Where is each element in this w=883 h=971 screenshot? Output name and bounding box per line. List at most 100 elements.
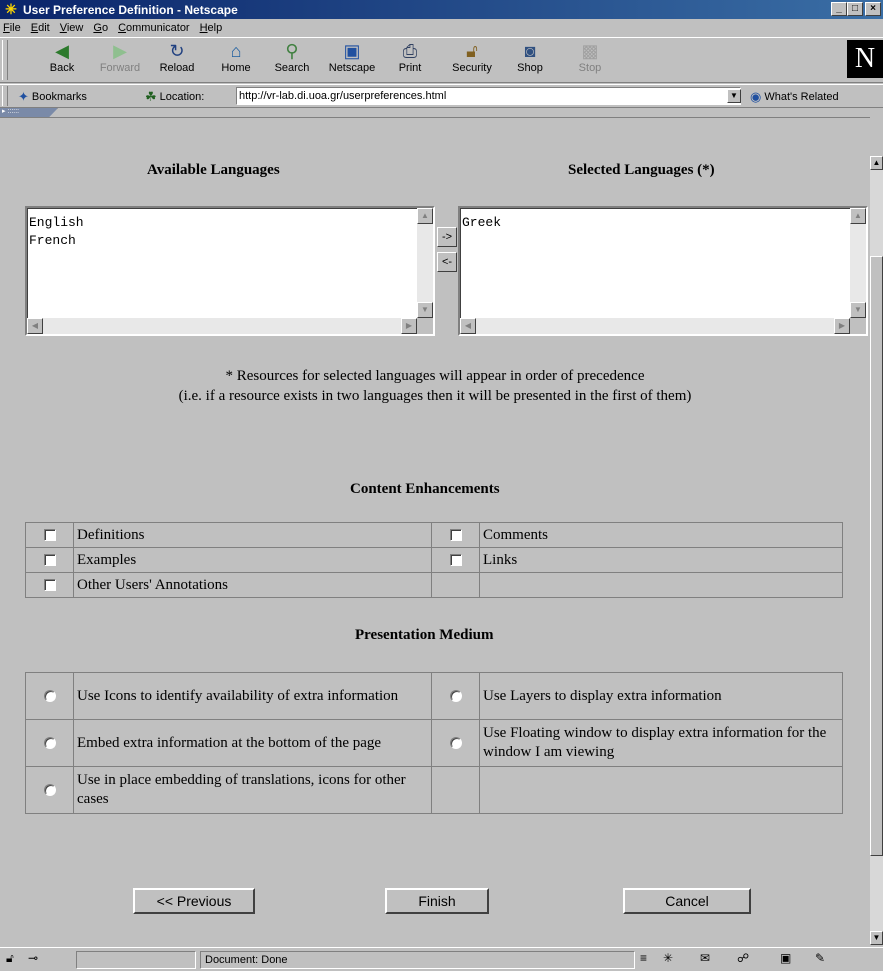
scroll-left-arrow-icon[interactable]: ◀ xyxy=(27,318,43,334)
scroll-left-arrow-icon[interactable]: ◀ xyxy=(460,318,476,334)
location-label: ☘ Location: xyxy=(145,89,205,104)
mail-icon[interactable]: ✉ xyxy=(700,951,710,965)
horizontal-scrollbar[interactable]: ◀ ▶ xyxy=(27,318,417,334)
add-language-button[interactable]: -> xyxy=(437,227,457,247)
floating-window-radio[interactable] xyxy=(449,737,462,750)
address-book-icon[interactable]: ▣ xyxy=(780,951,791,965)
available-languages-heading: Available Languages xyxy=(147,162,280,178)
selected-languages-heading: Selected Languages (*) xyxy=(568,162,715,178)
selected-languages-list[interactable]: Greek ▲ ▼ ◀ ▶ xyxy=(458,206,868,336)
icons-radio[interactable] xyxy=(43,690,56,703)
scroll-right-arrow-icon[interactable]: ▶ xyxy=(401,318,417,334)
floating-window-option-label: Use Floating window to display extra inf… xyxy=(479,719,843,767)
other-users-annotations-label: Other Users' Annotations xyxy=(73,572,432,598)
scroll-down-arrow-icon[interactable]: ▼ xyxy=(417,302,433,318)
toolbar-grip[interactable] xyxy=(2,40,8,80)
security-lock-icon[interactable]: 🔓︎ xyxy=(6,951,14,966)
home-button[interactable]: ⌂ Home xyxy=(208,40,264,80)
table-row: Use Icons to identify availability of ex… xyxy=(25,672,843,720)
examples-label: Examples xyxy=(73,547,432,573)
collapsed-toolbar-tab[interactable]: ▸ :::::: xyxy=(0,108,58,117)
url-input[interactable]: http://vr-lab.di.uoa.gr/userpreferences.… xyxy=(236,87,741,105)
in-place-embedding-radio[interactable] xyxy=(43,784,56,797)
list-item[interactable]: English xyxy=(29,214,84,232)
scroll-up-arrow-icon[interactable]: ▲ xyxy=(417,208,433,224)
url-dropdown-button[interactable]: ▼ xyxy=(727,89,741,103)
table-row: Examples Links xyxy=(25,547,843,573)
bookmarks-button[interactable]: ✦ Bookmarks xyxy=(18,89,87,105)
icons-option-label: Use Icons to identify availability of ex… xyxy=(73,672,432,720)
other-users-annotations-checkbox[interactable] xyxy=(43,579,56,592)
links-checkbox[interactable] xyxy=(449,554,462,567)
page-vertical-scrollbar[interactable]: ▲ ▼ xyxy=(870,156,883,945)
page-content: Available Languages Selected Languages (… xyxy=(0,117,870,945)
netscape-logo[interactable]: N xyxy=(847,40,883,78)
minimize-button[interactable]: _ xyxy=(831,2,847,16)
presentation-medium-table: Use Icons to identify availability of ex… xyxy=(25,672,843,814)
menu-communicator[interactable]: Communicator xyxy=(118,22,190,34)
menu-edit[interactable]: Edit xyxy=(31,22,50,34)
table-row: Definitions Comments xyxy=(25,522,843,548)
status-bar: 🔓︎ ⊸ Document: Done ≡ ✳ ✉ ☍ ▣ ✎ xyxy=(0,947,883,971)
whats-related-icon: ◉ xyxy=(750,89,762,104)
scroll-right-arrow-icon[interactable]: ▶ xyxy=(834,318,850,334)
print-icon: ⎙ xyxy=(402,41,418,61)
list-item[interactable]: French xyxy=(29,232,84,250)
security-button[interactable]: 🔓︎ Security xyxy=(444,40,500,80)
precedence-note: * Resources for selected languages will … xyxy=(225,368,645,384)
definitions-label: Definitions xyxy=(73,522,432,548)
definitions-checkbox[interactable] xyxy=(43,529,56,542)
layers-option-label: Use Layers to display extra information xyxy=(479,672,843,720)
back-button[interactable]: ◀ Back xyxy=(34,40,90,80)
netscape-button[interactable]: ▣ Netscape xyxy=(324,40,380,80)
lock-icon: 🔓︎ xyxy=(466,41,478,61)
table-row: Embed extra information at the bottom of… xyxy=(25,719,843,767)
search-button[interactable]: ⚲ Search xyxy=(264,40,320,80)
scroll-up-arrow-icon[interactable]: ▲ xyxy=(870,156,883,170)
layers-radio[interactable] xyxy=(449,690,462,703)
scrollbar-corner xyxy=(850,318,866,334)
previous-button[interactable]: << Previous xyxy=(133,888,255,914)
scroll-up-arrow-icon[interactable]: ▲ xyxy=(850,208,866,224)
scroll-down-arrow-icon[interactable]: ▼ xyxy=(850,302,866,318)
examples-checkbox[interactable] xyxy=(43,554,56,567)
scrollbar-thumb[interactable] xyxy=(870,256,883,856)
menu-go[interactable]: Go xyxy=(93,22,108,34)
component-bar-grip-icon[interactable]: ≡ xyxy=(640,951,647,965)
navigator-icon[interactable]: ✳ xyxy=(663,951,673,965)
location-grip[interactable] xyxy=(2,86,8,106)
stop-button[interactable]: ▩ Stop xyxy=(562,40,618,80)
content-enhancements-heading: Content Enhancements xyxy=(350,481,500,497)
search-icon: ⚲ xyxy=(285,41,299,61)
whats-related-button[interactable]: ◉ What's Related xyxy=(750,89,839,105)
available-languages-list[interactable]: English French ▲ ▼ ◀ ▶ xyxy=(25,206,435,336)
back-arrow-icon: ◀ xyxy=(55,41,69,61)
print-button[interactable]: ⎙ Print xyxy=(382,40,438,80)
reload-button[interactable]: ↻ Reload xyxy=(149,40,205,80)
vertical-scrollbar[interactable]: ▲ ▼ xyxy=(850,208,866,318)
content-enhancements-table: Definitions Comments Examples Links Othe… xyxy=(25,522,843,598)
maximize-button[interactable]: □ xyxy=(847,2,863,16)
newsgroups-icon[interactable]: ☍ xyxy=(737,951,749,965)
scroll-down-arrow-icon[interactable]: ▼ xyxy=(870,931,883,945)
table-row: Use in place embedding of translations, … xyxy=(25,766,843,814)
shop-button[interactable]: ◙ Shop xyxy=(502,40,558,80)
horizontal-scrollbar[interactable]: ◀ ▶ xyxy=(460,318,850,334)
menu-help[interactable]: Help xyxy=(200,22,223,34)
cancel-button[interactable]: Cancel xyxy=(623,888,751,914)
menu-file[interactable]: File xyxy=(3,22,21,34)
comments-checkbox[interactable] xyxy=(449,529,462,542)
list-item[interactable]: Greek xyxy=(462,214,501,232)
embed-bottom-radio[interactable] xyxy=(43,737,56,750)
close-button[interactable]: × xyxy=(865,2,881,16)
composer-icon[interactable]: ✎ xyxy=(815,951,825,965)
forward-button[interactable]: ▶ Forward xyxy=(92,40,148,80)
precedence-note-detail: (i.e. if a resource exists in two langua… xyxy=(178,388,692,404)
vertical-scrollbar[interactable]: ▲ ▼ xyxy=(417,208,433,318)
netscape-icon: ▣ xyxy=(343,41,361,61)
remove-language-button[interactable]: <- xyxy=(437,252,457,272)
toolbar-tab-strip: ▸ :::::: xyxy=(0,108,883,117)
finish-button[interactable]: Finish xyxy=(385,888,489,914)
menu-view[interactable]: View xyxy=(60,22,84,34)
location-icon: ☘ xyxy=(145,89,157,104)
